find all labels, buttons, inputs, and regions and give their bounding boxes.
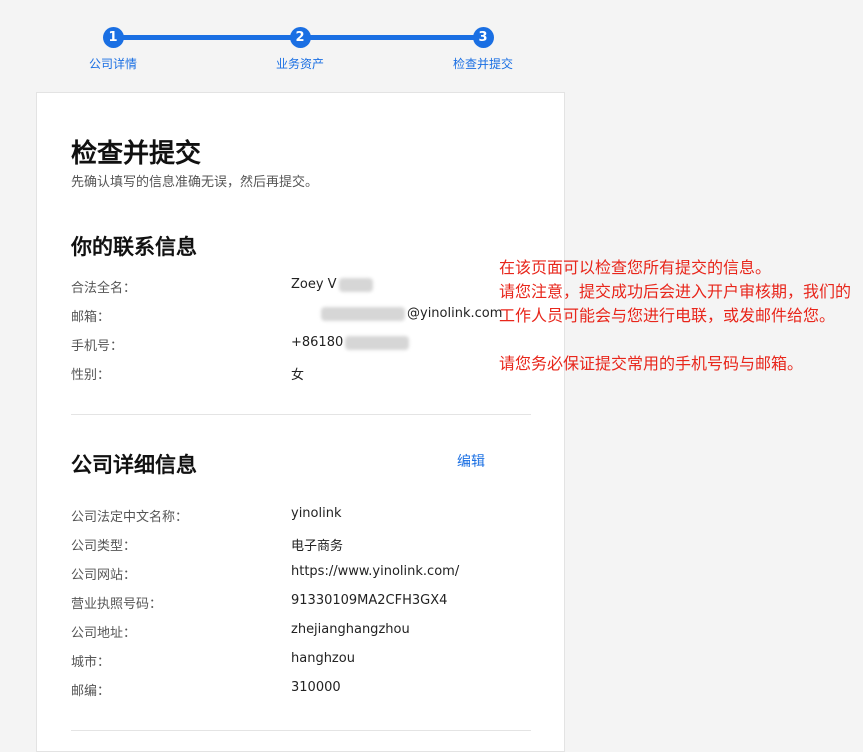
step-business-assets[interactable]: 2 业务资产 [255, 27, 345, 72]
field-value: @yinolink.com [321, 306, 502, 321]
field-value: 电子商务 [291, 539, 344, 554]
field-label: 合法全名： [71, 281, 137, 296]
section-divider [71, 730, 531, 731]
company-row-address: 公司地址： zhejianghangzhou [71, 622, 531, 642]
step-review-submit[interactable]: 3 检查并提交 [438, 27, 528, 72]
review-card: 检查并提交 先确认填写的信息准确无误，然后再提交。 你的联系信息 合法全名： Z… [36, 92, 565, 752]
company-section-title: 公司详细信息 [71, 453, 197, 477]
field-value: Zoey V [291, 277, 373, 292]
annotation-line: 请您注意，提交成功后会进入开户审核期，我们的工作人员可能会与您进行电联，或发邮件… [499, 282, 852, 325]
company-row-city: 城市： hanghzou [71, 651, 531, 671]
field-value: 91330109MA2CFH3GX4 [291, 593, 448, 608]
contact-row-email: 邮箱： @yinolink.com [71, 306, 531, 326]
field-label: 公司地址： [71, 626, 137, 641]
step-number: 2 [289, 27, 311, 48]
field-value: zhejianghangzhou [291, 622, 410, 637]
edit-company-link[interactable]: 编辑 [457, 451, 485, 471]
step-label: 业务资产 [275, 57, 324, 71]
page-title: 检查并提交 [71, 139, 202, 169]
redacted-mask [345, 335, 410, 350]
redacted-mask [321, 306, 405, 321]
company-row-website: 公司网站： https://www.yinolink.com/ [71, 564, 531, 584]
field-label: 手机号： [71, 339, 124, 354]
field-value: yinolink [291, 506, 342, 521]
field-label: 公司类型： [71, 539, 137, 554]
field-label: 城市： [71, 655, 111, 670]
step-company-details[interactable]: 1 公司详情 [68, 27, 158, 72]
step-number: 1 [102, 27, 124, 48]
redacted-mask [338, 277, 373, 292]
contact-section-title: 你的联系信息 [71, 235, 197, 259]
annotation-line: 请您务必保证提交常用的手机号码与邮箱。 [499, 354, 804, 373]
contact-row-fullname: 合法全名： Zoey V [71, 277, 531, 297]
field-value: 310000 [291, 680, 341, 695]
field-label: 公司网站： [71, 568, 137, 583]
progress-stepper: 1 公司详情 2 业务资产 3 检查并提交 [60, 22, 540, 72]
field-value: https://www.yinolink.com/ [291, 564, 460, 579]
company-row-license: 营业执照号码： 91330109MA2CFH3GX4 [71, 593, 531, 613]
step-label: 检查并提交 [452, 57, 513, 71]
field-value: 女 [291, 368, 305, 383]
field-label: 性别： [71, 368, 111, 383]
field-value: hanghzou [291, 651, 355, 666]
contact-row-phone: 手机号： +86180 [71, 335, 531, 355]
company-row-postcode: 邮编： 310000 [71, 680, 531, 700]
annotation-note: 在该页面可以检查您所有提交的信息。 请您注意，提交成功后会进入开户审核期，我们的… [499, 256, 859, 376]
step-label: 公司详情 [88, 57, 137, 71]
contact-row-gender: 性别： 女 [71, 364, 531, 384]
field-value: +86180 [291, 335, 410, 350]
section-divider [71, 414, 531, 415]
page-subtitle: 先确认填写的信息准确无误，然后再提交。 [71, 175, 319, 190]
field-label: 公司法定中文名称： [71, 510, 189, 525]
field-label: 邮箱： [71, 310, 111, 325]
company-row-type: 公司类型： 电子商务 [71, 535, 531, 555]
step-number: 3 [472, 27, 494, 48]
annotation-line: 在该页面可以检查您所有提交的信息。 [499, 258, 772, 277]
company-row-name: 公司法定中文名称： yinolink [71, 506, 531, 526]
field-label: 营业执照号码： [71, 597, 163, 612]
field-label: 邮编： [71, 684, 111, 699]
